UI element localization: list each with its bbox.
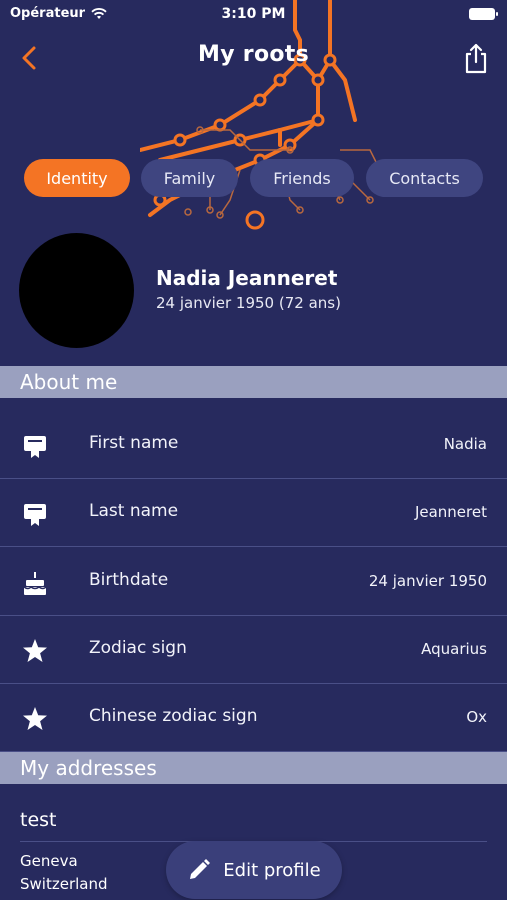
profile-name: Nadia Jeanneret xyxy=(156,266,338,290)
row-value: Ox xyxy=(466,708,487,726)
row-value: Jeanneret xyxy=(414,503,487,521)
row-label: First name xyxy=(89,433,179,453)
address-country: Switzerland xyxy=(20,875,108,893)
star-icon xyxy=(23,707,47,730)
row-first-name[interactable]: First name Nadia xyxy=(0,411,507,479)
avatar[interactable] xyxy=(19,233,134,348)
row-value: Nadia xyxy=(443,435,487,453)
row-birthdate[interactable]: Birthdate 24 janvier 1950 xyxy=(0,548,507,616)
tab-identity[interactable]: Identity xyxy=(24,159,130,197)
badge-icon xyxy=(24,504,46,526)
tab-family[interactable]: Family xyxy=(141,159,238,197)
section-header-about: About me xyxy=(0,366,507,398)
profile-birthdate: 24 janvier 1950 (72 ans) xyxy=(156,294,341,312)
nav-bar: My roots xyxy=(0,28,507,88)
tab-friends[interactable]: Friends xyxy=(250,159,354,197)
row-label: Chinese zodiac sign xyxy=(89,706,258,726)
row-value: Aquarius xyxy=(421,640,487,658)
badge-icon xyxy=(24,436,46,458)
birthday-cake-icon xyxy=(23,572,47,595)
pencil-icon xyxy=(190,859,211,879)
page-title: My roots xyxy=(198,42,309,67)
row-chinese-zodiac-sign[interactable]: Chinese zodiac sign Ox xyxy=(0,684,507,752)
edit-profile-button[interactable]: Edit profile xyxy=(166,841,342,899)
row-zodiac-sign[interactable]: Zodiac sign Aquarius xyxy=(0,616,507,684)
address-city: Geneva xyxy=(20,852,78,870)
row-last-name[interactable]: Last name Jeanneret xyxy=(0,479,507,547)
section-header-addresses: My addresses xyxy=(0,752,507,784)
row-label: Birthdate xyxy=(89,570,169,590)
address-title[interactable]: test xyxy=(20,809,57,831)
row-label: Zodiac sign xyxy=(89,638,187,658)
share-icon[interactable] xyxy=(463,42,489,74)
tab-contacts[interactable]: Contacts xyxy=(366,159,483,197)
star-icon xyxy=(23,639,47,662)
edit-profile-label: Edit profile xyxy=(223,859,321,881)
row-label: Last name xyxy=(89,501,179,521)
row-value: 24 janvier 1950 xyxy=(368,572,487,590)
